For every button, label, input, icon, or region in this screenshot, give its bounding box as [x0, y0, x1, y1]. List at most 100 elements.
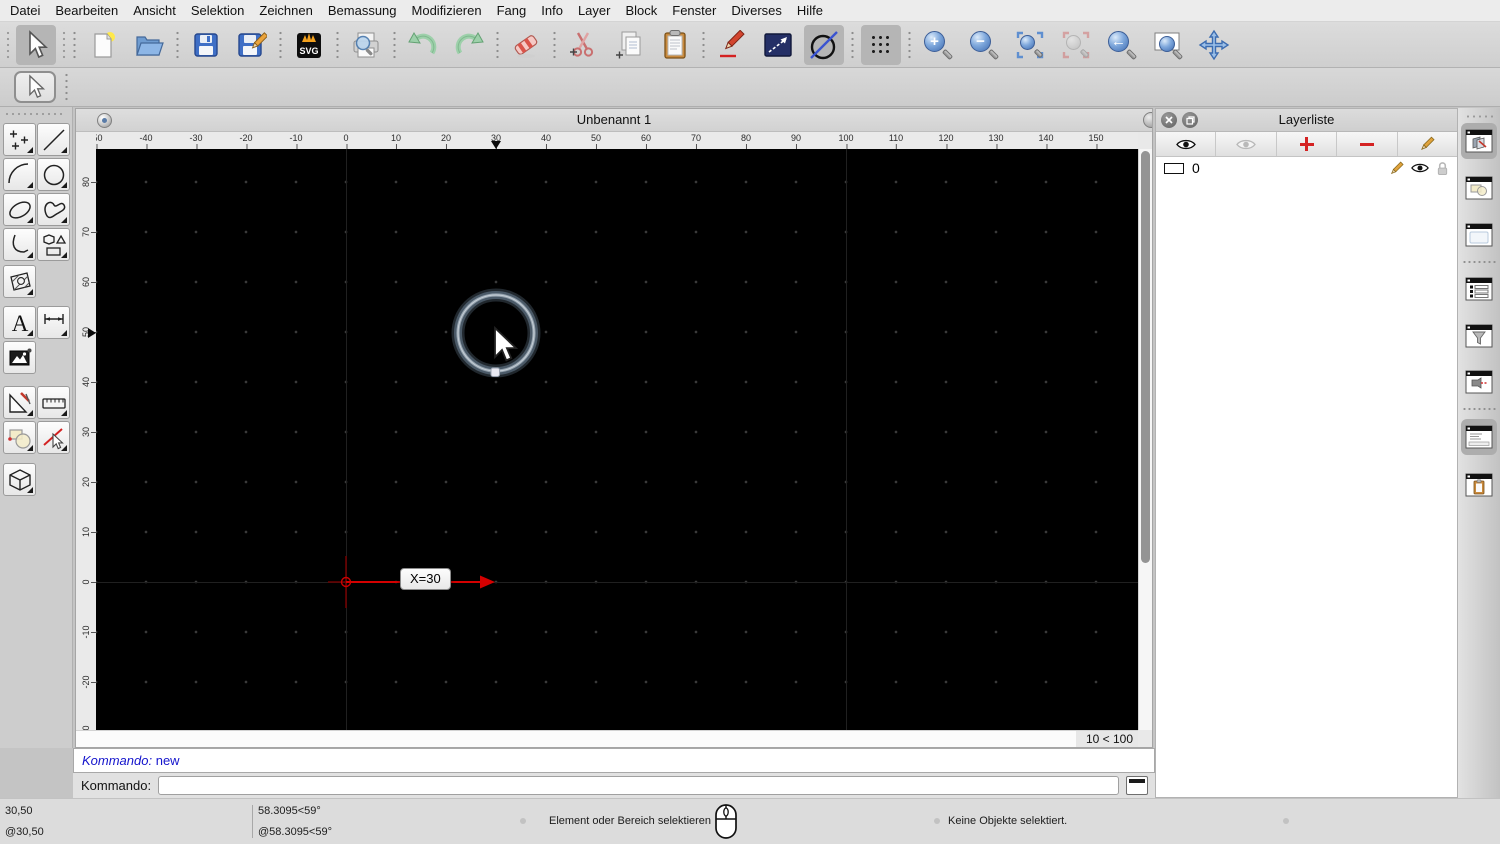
- palette-drag-handle[interactable]: [4, 111, 66, 117]
- menu-item[interactable]: Block: [625, 3, 657, 18]
- trim-tool-button[interactable]: [37, 421, 70, 454]
- display-mode-button[interactable]: [758, 25, 798, 65]
- ruler-label: 20: [441, 133, 451, 149]
- panel-toggle-block-list[interactable]: [1461, 170, 1497, 206]
- menu-item[interactable]: Fang: [497, 3, 527, 18]
- save-as-button[interactable]: [232, 25, 272, 65]
- toolbar-drag-handle[interactable]: [61, 27, 67, 62]
- previous-view-button[interactable]: ←: [1102, 25, 1142, 65]
- zoom-out-button[interactable]: −: [964, 25, 1004, 65]
- list-window-icon: [1465, 277, 1493, 301]
- copy-button[interactable]: [609, 25, 649, 65]
- svg-export-button[interactable]: SVG: [289, 25, 329, 65]
- edit-pencil-button[interactable]: [712, 25, 752, 65]
- document-titlebar[interactable]: Unbenannt 1: [76, 109, 1152, 132]
- panel-toggle-layer-list[interactable]: [1461, 123, 1497, 159]
- add-layer-button[interactable]: [1277, 132, 1338, 156]
- text-tool-button[interactable]: A: [3, 306, 36, 339]
- tool-palette: A: [0, 107, 73, 748]
- drawing-canvas[interactable]: X=30: [96, 149, 1138, 730]
- menu-item[interactable]: Diverses: [731, 3, 782, 18]
- measure-tool-button[interactable]: [37, 386, 70, 419]
- reference-point-handle[interactable]: [490, 367, 500, 377]
- menu-item[interactable]: Info: [541, 3, 563, 18]
- menu-item[interactable]: Ansicht: [133, 3, 176, 18]
- panel-toggle-selection-filter[interactable]: [1461, 318, 1497, 354]
- circle-entity[interactable]: [441, 278, 551, 388]
- draft-mode-button[interactable]: [804, 24, 844, 65]
- command-window-toggle-button[interactable]: [1126, 776, 1148, 795]
- layer-edit-button[interactable]: [1389, 161, 1404, 176]
- ruler-label: 80: [76, 176, 96, 188]
- command-input[interactable]: [158, 776, 1119, 795]
- svg-logo-icon: SVG: [297, 32, 321, 58]
- toolbar-separator: [392, 28, 397, 61]
- grid-toggle-button[interactable]: [861, 24, 901, 65]
- spline-tool-button[interactable]: [37, 193, 70, 226]
- layer-lock-toggle[interactable]: [1436, 161, 1449, 176]
- toolbar-separator: [907, 28, 912, 61]
- print-preview-button[interactable]: [346, 25, 386, 65]
- menu-item[interactable]: Modifizieren: [412, 3, 482, 18]
- save-button[interactable]: [186, 25, 226, 65]
- menu-item[interactable]: Zeichnen: [259, 3, 312, 18]
- open-file-button[interactable]: [129, 25, 169, 65]
- draw-misc-tool-button[interactable]: [3, 386, 36, 419]
- paste-button[interactable]: [655, 25, 695, 65]
- selection-tool-button[interactable]: [16, 24, 56, 65]
- panel-toggle-clipboard[interactable]: [1461, 467, 1497, 503]
- pan-arrows-icon: [1198, 29, 1230, 60]
- meta-grid-line-x0: [346, 149, 347, 730]
- window-corner-button[interactable]: [1143, 112, 1152, 128]
- auto-zoom-icon: [1015, 30, 1045, 60]
- eraser-button[interactable]: [506, 25, 546, 65]
- solid-tool-button[interactable]: [3, 463, 36, 496]
- polyline-tool-button[interactable]: [3, 228, 36, 261]
- pan-button[interactable]: [1194, 25, 1234, 65]
- edit-layer-button[interactable]: [1398, 132, 1457, 156]
- menu-item[interactable]: Hilfe: [797, 3, 823, 18]
- image-tool-button[interactable]: [3, 341, 36, 374]
- arc-tool-button[interactable]: [3, 158, 36, 191]
- modify-tool-button[interactable]: [3, 421, 36, 454]
- show-all-layers-button[interactable]: [1156, 132, 1217, 156]
- menu-item[interactable]: Bemassung: [328, 3, 397, 18]
- shape-tool-button[interactable]: [37, 228, 70, 261]
- hide-all-layers-button[interactable]: [1216, 132, 1277, 156]
- menu-item[interactable]: Bearbeiten: [55, 3, 118, 18]
- menu-item[interactable]: Layer: [578, 3, 611, 18]
- vertical-scrollbar[interactable]: [1138, 149, 1152, 730]
- redo-button[interactable]: [449, 25, 489, 65]
- circle-tool-button[interactable]: [37, 158, 70, 191]
- panel-toggle-view-list[interactable]: [1461, 271, 1497, 307]
- cut-button[interactable]: [563, 25, 603, 65]
- layer-color-swatch[interactable]: [1164, 162, 1184, 174]
- strip-drag-handle[interactable]: [1465, 114, 1493, 119]
- remove-layer-button[interactable]: [1337, 132, 1398, 156]
- panel-toggle-flashlight[interactable]: [1461, 364, 1497, 400]
- menu-item[interactable]: Fenster: [672, 3, 716, 18]
- undo-button[interactable]: [403, 25, 443, 65]
- point-tool-button[interactable]: [3, 123, 36, 156]
- layer-visibility-toggle[interactable]: [1411, 162, 1429, 174]
- vertical-scrollbar-thumb[interactable]: [1141, 151, 1150, 563]
- ellipse-tool-button[interactable]: [3, 193, 36, 226]
- hatch-tool-button[interactable]: [3, 265, 36, 298]
- toolbar-drag-handle[interactable]: [5, 27, 11, 62]
- menu-item[interactable]: Datei: [10, 3, 40, 18]
- horizontal-scrollbar[interactable]: 10 < 100: [76, 730, 1138, 747]
- action-hint: Element oder Bereich selektieren: [549, 815, 712, 827]
- panel-toggle-property-editor[interactable]: [1461, 217, 1497, 253]
- active-tool-indicator[interactable]: [14, 71, 56, 103]
- zoom-in-button[interactable]: +: [918, 25, 958, 65]
- menu-item[interactable]: Selektion: [191, 3, 244, 18]
- panel-toggle-command-line[interactable]: [1461, 419, 1497, 455]
- zoom-window-button[interactable]: [1148, 25, 1188, 65]
- new-file-button[interactable]: [83, 25, 123, 65]
- auto-zoom-button[interactable]: [1010, 25, 1050, 65]
- ruler-label: -40: [139, 133, 153, 149]
- layer-row[interactable]: 0: [1156, 157, 1457, 179]
- dimension-tool-button[interactable]: [37, 306, 70, 339]
- line-tool-button[interactable]: [37, 123, 70, 156]
- zoom-selection-button[interactable]: [1056, 25, 1096, 65]
